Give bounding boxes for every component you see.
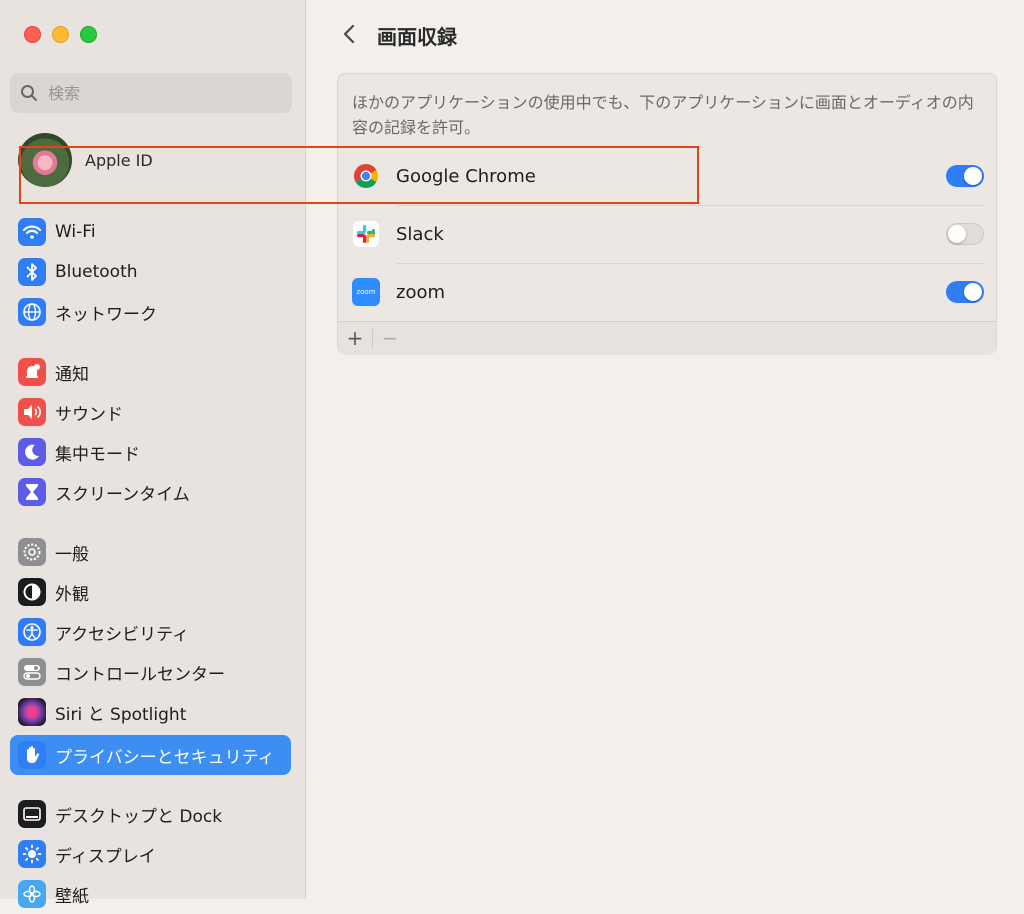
control-center-icon [18, 658, 46, 686]
sidebar-item-control-center[interactable]: コントロールセンター [10, 652, 291, 692]
toggle-knob [964, 283, 982, 301]
sidebar-item-focus[interactable]: 集中モード [10, 432, 291, 472]
chevron-left-icon [343, 24, 355, 44]
sidebar-item-label: ネットワーク [55, 304, 157, 325]
sidebar-item-label: アクセシビリティ [55, 624, 190, 645]
sidebar-item-label: コントロールセンター [55, 664, 225, 685]
app-row-slack: Slack [338, 205, 998, 263]
sidebar-item-label: 外観 [55, 584, 89, 605]
app-permission-list: ほかのアプリケーションの使用中でも、下のアプリケーションに画面とオーディオの内容… [337, 73, 998, 355]
app-row-zoom: zoom zoom [338, 263, 998, 321]
sidebar-item-label: デスクトップと Dock [55, 806, 223, 827]
bell-icon [18, 358, 46, 386]
search-input[interactable] [46, 82, 270, 104]
sidebar-item-wifi[interactable]: Wi-Fi [10, 212, 291, 252]
sidebar-item-general[interactable]: 一般 [10, 532, 291, 572]
add-app-button[interactable]: + [343, 326, 367, 350]
slack-icon [352, 220, 380, 248]
list-footer: + − [338, 321, 996, 355]
sidebar-item-bluetooth[interactable]: Bluetooth [10, 252, 291, 292]
page-title: 画面収録 [377, 25, 457, 49]
sidebar-item-label: 壁紙 [55, 886, 89, 907]
toggle-knob [948, 225, 966, 243]
sidebar-item-displays[interactable]: ディスプレイ [10, 834, 291, 874]
app-name: Google Chrome [396, 165, 536, 187]
permission-description: ほかのアプリケーションの使用中でも、下のアプリケーションに画面とオーディオの内容… [352, 93, 974, 137]
sidebar-item-label: ディスプレイ [55, 846, 156, 867]
zoom-icon-text: zoom [356, 288, 376, 296]
chrome-icon [352, 162, 380, 190]
sidebar: Apple ID Wi-Fi Bluetooth ネットワーク 通知 サウンド [0, 0, 306, 908]
app-row-google-chrome: Google Chrome [338, 147, 998, 205]
sidebar-item-desktop-dock[interactable]: デスクトップと Dock [10, 794, 291, 834]
zoom-window-button[interactable] [80, 26, 97, 43]
sidebar-item-siri-spotlight[interactable]: Siri と Spotlight [10, 692, 291, 732]
hand-icon [18, 741, 46, 769]
wallpaper-icon [18, 880, 46, 908]
wifi-icon [18, 218, 46, 246]
siri-icon [18, 698, 46, 726]
toggle-knob [964, 167, 982, 185]
moon-icon [18, 438, 46, 466]
remove-app-button[interactable]: − [378, 326, 402, 350]
minimize-window-button[interactable] [52, 26, 69, 43]
sidebar-item-accessibility[interactable]: アクセシビリティ [10, 612, 291, 652]
sidebar-item-label: Wi-Fi [55, 222, 96, 242]
appearance-icon [18, 578, 46, 606]
sun-icon [18, 840, 46, 868]
avatar [18, 133, 72, 187]
zoom-icon: zoom [352, 278, 380, 306]
bluetooth-icon [18, 258, 46, 286]
footer-divider [372, 329, 373, 348]
dock-icon [18, 800, 46, 828]
sidebar-item-label: スクリーンタイム [55, 484, 190, 505]
app-name: Slack [396, 223, 444, 245]
sidebar-item-label: プライバシーとセキュリティ [55, 747, 275, 768]
main-content: 画面収録 ほかのアプリケーションの使用中でも、下のアプリケーションに画面とオーデ… [307, 0, 1024, 899]
search-field[interactable] [10, 73, 292, 113]
sidebar-item-network[interactable]: ネットワーク [10, 292, 291, 332]
search-icon [21, 85, 37, 101]
sidebar-item-sound[interactable]: サウンド [10, 392, 291, 432]
sidebar-item-label: 通知 [55, 364, 89, 385]
sidebar-item-notifications[interactable]: 通知 [10, 352, 291, 392]
sidebar-item-label: 集中モード [55, 444, 140, 465]
speaker-icon [18, 398, 46, 426]
sidebar-item-label: 一般 [55, 544, 89, 565]
accessibility-icon [18, 618, 46, 646]
globe-icon [18, 298, 46, 326]
sidebar-item-label: Bluetooth [55, 262, 138, 282]
apple-id-item[interactable]: Apple ID [18, 132, 293, 188]
app-name: zoom [396, 281, 446, 303]
hourglass-icon [18, 478, 46, 506]
back-button[interactable] [337, 22, 361, 46]
close-window-button[interactable] [24, 26, 41, 43]
sidebar-item-privacy-security[interactable]: プライバシーとセキュリティ [10, 735, 291, 775]
sidebar-item-appearance[interactable]: 外観 [10, 572, 291, 612]
sidebar-item-label: Siri と Spotlight [55, 704, 187, 725]
window-controls [24, 26, 97, 43]
sidebar-item-screen-time[interactable]: スクリーンタイム [10, 472, 291, 512]
apple-id-label: Apple ID [85, 150, 153, 170]
slack-permission-toggle[interactable] [946, 223, 984, 245]
gear-icon [18, 538, 46, 566]
sidebar-item-wallpaper[interactable]: 壁紙 [10, 874, 291, 914]
chrome-permission-toggle[interactable] [946, 165, 984, 187]
zoom-permission-toggle[interactable] [946, 281, 984, 303]
sidebar-item-label: サウンド [55, 404, 123, 425]
